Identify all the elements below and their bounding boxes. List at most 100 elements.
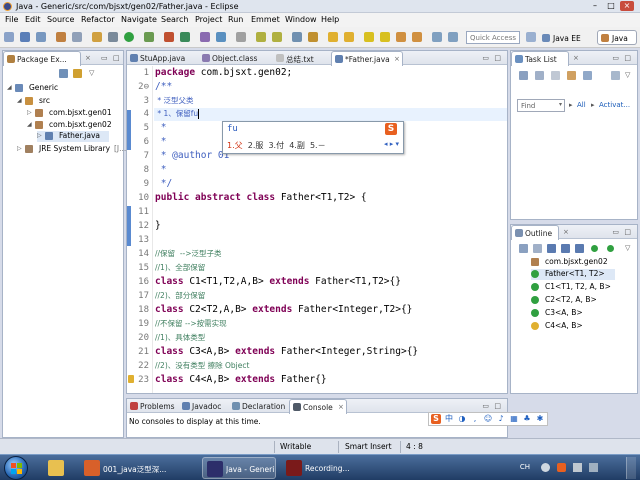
quick-access-input[interactable]: Quick Access	[466, 31, 520, 44]
code-line[interactable]: class C4<A,B> extends Father{}	[155, 374, 327, 385]
code-line[interactable]: * 泛型父类	[155, 95, 193, 106]
close-button[interactable]: ×	[620, 1, 634, 11]
open-perspective-icon[interactable]	[526, 32, 536, 42]
new-icon[interactable]	[4, 32, 14, 42]
expand-icon[interactable]: ◢	[17, 97, 23, 104]
forward-icon[interactable]	[344, 32, 354, 42]
pin-editor-icon[interactable]	[292, 32, 302, 42]
settings-icon[interactable]: ✱	[535, 414, 545, 424]
tab-package-explorer[interactable]: Package Ex...	[3, 51, 81, 66]
print-icon[interactable]	[72, 32, 82, 42]
save-all-icon[interactable]	[36, 32, 46, 42]
maximize-view-icon[interactable]: □	[624, 228, 631, 236]
ime-page-nav-icon[interactable]: ◂ ▸ ▾	[384, 140, 399, 148]
perspective-tools-icon[interactable]	[432, 32, 442, 42]
menu-refactor[interactable]: Refactor	[81, 15, 115, 24]
window-tools-icon[interactable]	[448, 32, 458, 42]
close-icon[interactable]: ×	[85, 54, 91, 62]
code-line[interactable]: * 1、保留fu	[155, 108, 200, 119]
perspective-java-ee[interactable]: Java EE	[538, 30, 594, 45]
emoji-icon[interactable]: ☺	[483, 414, 493, 424]
code-line[interactable]: //1)、具体类型	[155, 332, 205, 343]
maximize-view-icon[interactable]: □	[624, 54, 631, 62]
sort-icon[interactable]	[533, 244, 542, 253]
code-line[interactable]: //不保留 -->按需实现	[155, 318, 227, 329]
voice-icon[interactable]: ♪	[496, 414, 506, 424]
code-line[interactable]: *	[155, 136, 167, 147]
view-menu-icon[interactable]: ▽	[625, 244, 630, 252]
menu-source[interactable]: Source	[47, 15, 74, 24]
maximize-view-icon[interactable]: □	[494, 402, 501, 410]
hide-fields-icon[interactable]	[547, 244, 556, 253]
taskbar-recorder[interactable]: Recording...	[282, 457, 356, 479]
sogou-tray-icon[interactable]	[557, 463, 566, 472]
punctuation-icon[interactable]: ◑	[457, 414, 467, 424]
ime-candidate[interactable]: 4.副	[289, 141, 305, 150]
tab-outline[interactable]: Outline	[511, 225, 559, 240]
external-tools-icon[interactable]	[144, 32, 154, 42]
annotation-next-icon[interactable]	[256, 32, 266, 42]
collapse-all-icon[interactable]	[583, 71, 592, 80]
menu-navigate[interactable]: Navigate	[121, 15, 157, 24]
chinese-mode-icon[interactable]: 中	[444, 414, 454, 424]
taskbar-explorer[interactable]	[44, 457, 74, 479]
menu-search[interactable]: Search	[161, 15, 188, 24]
tab-console[interactable]: Console ×	[289, 399, 347, 414]
sogou-logo-icon[interactable]: S	[431, 414, 441, 424]
code-line[interactable]: /**	[155, 81, 172, 92]
menu-window[interactable]: Window	[285, 15, 317, 24]
perspective-java[interactable]: Java	[597, 30, 637, 45]
menu-emmet[interactable]: Emmet	[251, 15, 280, 24]
code-line[interactable]: public abstract class Father<T1,T2> {	[155, 192, 367, 203]
start-button[interactable]	[4, 456, 28, 480]
hide-nonpublic-icon[interactable]	[575, 244, 584, 253]
skin-icon[interactable]: ♣	[522, 414, 532, 424]
collapse-arrow-icon[interactable]: ▷	[37, 132, 43, 139]
minimize-button[interactable]: –	[588, 1, 602, 11]
link-editor-icon[interactable]	[73, 69, 82, 78]
refactor-icon[interactable]	[92, 32, 102, 42]
link-with-editor-icon[interactable]	[607, 245, 614, 252]
last-edit-icon[interactable]	[308, 32, 318, 42]
minimize-view-icon[interactable]: ▭	[612, 228, 619, 236]
toggle-mark-icon[interactable]	[236, 32, 246, 42]
maximize-view-icon[interactable]: □	[494, 54, 501, 62]
outline-item[interactable]: Father<T1, T2>	[531, 269, 615, 280]
run-icon[interactable]	[124, 32, 134, 42]
code-line[interactable]: //1)、全部保留	[155, 262, 205, 273]
menu-help[interactable]: Help	[321, 15, 339, 24]
maximize-view-icon[interactable]: □	[113, 54, 120, 62]
hide-local-types-icon[interactable]	[591, 245, 598, 252]
history-forward-icon[interactable]	[412, 32, 422, 42]
back-icon[interactable]	[328, 32, 338, 42]
code-line[interactable]: }	[155, 220, 161, 231]
minimize-view-icon[interactable]: ▭	[482, 402, 489, 410]
taskbar-powerpoint[interactable]: 001_java泛型深...	[80, 457, 198, 479]
navigate-prev-icon[interactable]	[364, 32, 374, 42]
input-language-indicator[interactable]: CH	[520, 463, 530, 471]
all-link[interactable]: All	[577, 101, 586, 109]
tab-declaration[interactable]: Declaration	[229, 399, 287, 413]
ime-candidate[interactable]: 1.父	[227, 141, 243, 150]
history-back-icon[interactable]	[396, 32, 406, 42]
search-icon[interactable]	[216, 32, 226, 42]
open-type-icon[interactable]	[200, 32, 210, 42]
keyboard-icon[interactable]: ▦	[509, 414, 519, 424]
schedule-icon[interactable]	[567, 71, 576, 80]
filter-icon[interactable]	[535, 71, 544, 80]
code-line[interactable]: package com.bjsxt.gen02;	[155, 67, 292, 78]
tab-summary-txt[interactable]: 总结.txt	[273, 51, 327, 65]
code-line[interactable]: * @author 01	[155, 150, 230, 161]
view-menu-icon[interactable]: ▽	[625, 71, 630, 79]
volume-icon[interactable]	[589, 463, 598, 472]
hide-static-icon[interactable]	[561, 244, 570, 253]
new-task-icon[interactable]	[519, 71, 528, 80]
ime-candidate[interactable]: 2.服	[248, 141, 264, 150]
activate-link[interactable]: Activat...	[599, 101, 630, 109]
ime-candidate[interactable]: 5.－	[310, 141, 326, 150]
code-line[interactable]: //2)、没有类型 擦除 Object	[155, 360, 249, 371]
tab-task-list[interactable]: Task List	[511, 51, 569, 66]
collapse-all-icon[interactable]	[519, 244, 528, 253]
expand-icon[interactable]: ◢	[27, 121, 33, 128]
menu-project[interactable]: Project	[195, 15, 222, 24]
